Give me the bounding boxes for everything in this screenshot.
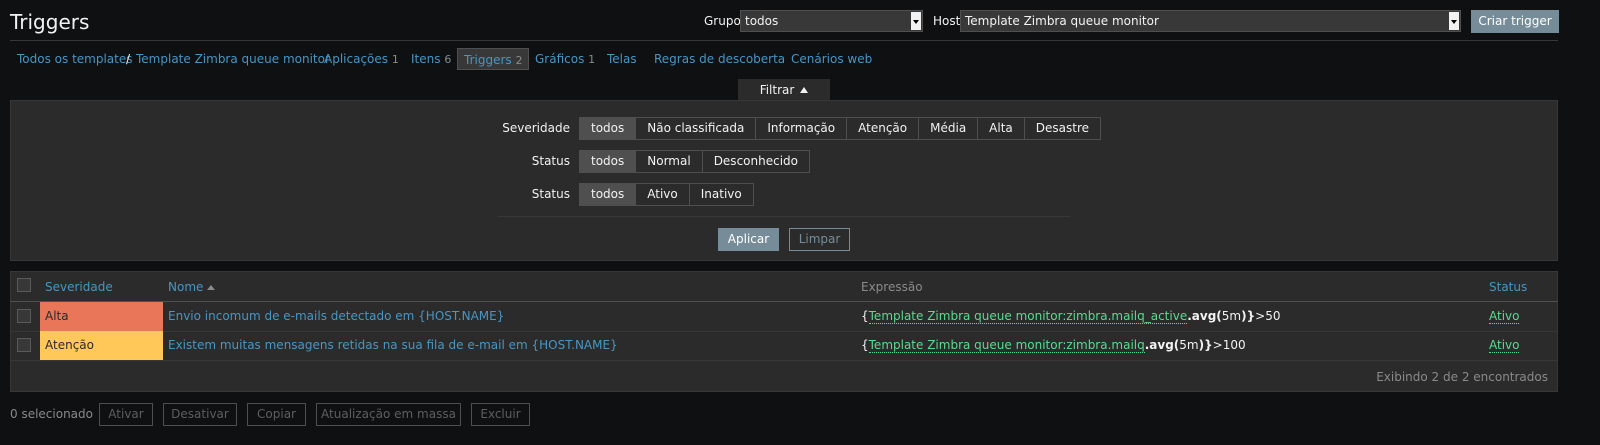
breadcrumb-template[interactable]: Template Zimbra queue monitor xyxy=(136,48,330,70)
expr-close: )} xyxy=(1241,309,1256,323)
state-label: Status xyxy=(531,154,570,168)
collapse-up-icon xyxy=(800,87,809,93)
tab-label: Aplicações xyxy=(324,52,389,66)
trigger-name-link[interactable]: Existem muitas mensagens retidas na sua … xyxy=(168,338,618,352)
severity-segmented: todos Não classificada Informação Atençã… xyxy=(579,117,1102,140)
apply-button[interactable]: Aplicar xyxy=(718,228,779,251)
expression-item-link[interactable]: Template Zimbra queue monitor:zimbra.mai… xyxy=(868,338,1145,353)
page-title: Triggers xyxy=(10,10,90,34)
tab-count: 1 xyxy=(588,53,596,66)
severity-option-disaster[interactable]: Desastre xyxy=(1024,118,1101,139)
tab-label: Triggers xyxy=(464,53,512,67)
state-segmented: todos Normal Desconhecido xyxy=(579,150,810,173)
column-header-severity[interactable]: Severidade xyxy=(45,280,113,294)
status-toggle-link[interactable]: Ativo xyxy=(1489,309,1520,324)
expr-brace: { xyxy=(861,338,869,352)
expr-brace: { xyxy=(861,309,869,323)
enable-button[interactable]: Ativar xyxy=(99,403,153,426)
trigger-expression: {Template Zimbra queue monitor:zimbra.ma… xyxy=(861,309,1281,324)
host-label: Host xyxy=(933,14,961,28)
group-label: Grupo xyxy=(704,14,741,28)
tab-label: Cenários web xyxy=(791,52,873,66)
filter-tab[interactable]: Filtrar xyxy=(738,79,830,101)
group-select-value: todos xyxy=(745,14,779,28)
tab-label: Telas xyxy=(607,52,637,66)
breadcrumb-separator: / xyxy=(126,52,131,66)
severity-label: Severidade xyxy=(502,121,570,135)
chevron-down-icon xyxy=(1449,12,1459,30)
header-divider xyxy=(10,40,1558,41)
expr-condition: >100 xyxy=(1212,338,1246,352)
tab-web-scenarios[interactable]: Cenários web xyxy=(791,48,872,70)
chevron-down-icon xyxy=(911,12,921,30)
create-trigger-button[interactable]: Criar trigger xyxy=(1471,10,1559,33)
column-header-name-label: Nome xyxy=(168,280,204,294)
table-header-divider xyxy=(10,301,1558,302)
disable-button[interactable]: Desativar xyxy=(163,403,237,426)
host-select-value: Template Zimbra queue monitor xyxy=(965,14,1159,28)
sort-ascending-icon xyxy=(207,285,216,290)
status-option-disabled[interactable]: Inativo xyxy=(689,184,753,205)
row-checkbox[interactable] xyxy=(17,309,31,323)
severity-option-warning[interactable]: Atenção xyxy=(847,118,920,139)
expr-function: .avg( xyxy=(1144,338,1180,352)
tab-graphs[interactable]: Gráficos 1 xyxy=(535,48,595,70)
tab-applications[interactable]: Aplicações 1 xyxy=(324,48,399,70)
severity-option-high[interactable]: Alta xyxy=(978,118,1025,139)
tab-label: Gráficos xyxy=(535,52,585,66)
severity-option-average[interactable]: Média xyxy=(919,118,979,139)
expression-item-link[interactable]: Template Zimbra queue monitor:zimbra.mai… xyxy=(868,309,1188,324)
state-option-all[interactable]: todos xyxy=(580,151,637,172)
breadcrumb-all-templates[interactable]: Todos os templates xyxy=(17,48,133,70)
expr-condition: >50 xyxy=(1255,309,1281,323)
status-label: Status xyxy=(531,187,570,201)
severity-badge: Alta xyxy=(40,302,163,331)
tab-items[interactable]: Itens 6 xyxy=(411,48,451,70)
table-footer-count: Exibindo 2 de 2 encontrados xyxy=(1376,370,1548,384)
tab-count: 2 xyxy=(515,54,523,67)
group-select[interactable]: todos xyxy=(740,10,923,32)
column-header-name[interactable]: Nome xyxy=(168,280,216,294)
host-select[interactable]: Template Zimbra queue monitor xyxy=(960,10,1461,32)
delete-button[interactable]: Excluir xyxy=(471,403,530,426)
copy-button[interactable]: Copiar xyxy=(247,403,306,426)
tab-screens[interactable]: Telas xyxy=(607,48,637,70)
severity-option-information[interactable]: Informação xyxy=(756,118,848,139)
expr-function: .avg( xyxy=(1187,309,1222,323)
state-option-normal[interactable]: Normal xyxy=(636,151,703,172)
severity-badge: Atenção xyxy=(40,331,163,360)
row-divider xyxy=(10,331,1558,332)
expr-argument: 5m xyxy=(1179,338,1199,352)
clear-button[interactable]: Limpar xyxy=(789,228,850,251)
column-header-status[interactable]: Status xyxy=(1489,280,1527,294)
status-toggle-link[interactable]: Ativo xyxy=(1489,338,1520,353)
expr-close: )} xyxy=(1198,338,1213,352)
filter-divider xyxy=(498,216,1070,217)
row-checkbox[interactable] xyxy=(17,338,31,352)
row-divider xyxy=(10,360,1558,361)
column-header-expression: Expressão xyxy=(861,280,923,294)
severity-option-all[interactable]: todos xyxy=(580,118,637,139)
status-option-all[interactable]: todos xyxy=(580,184,637,205)
tab-count: 6 xyxy=(444,53,452,66)
select-all-checkbox[interactable] xyxy=(17,278,31,292)
mass-update-button[interactable]: Atualização em massa xyxy=(316,403,461,426)
tab-triggers[interactable]: Triggers 2 xyxy=(457,48,530,70)
expr-argument: 5m xyxy=(1221,309,1242,323)
trigger-expression: {Template Zimbra queue monitor:zimbra.ma… xyxy=(861,338,1246,353)
status-segmented: todos Ativo Inativo xyxy=(579,183,754,206)
tab-discovery-rules[interactable]: Regras de descoberta xyxy=(654,48,785,70)
tab-label: Regras de descoberta xyxy=(654,52,786,66)
state-option-unknown[interactable]: Desconhecido xyxy=(702,151,809,172)
filter-tab-label: Filtrar xyxy=(759,83,795,97)
tab-label: Itens xyxy=(411,52,441,66)
status-option-enabled[interactable]: Ativo xyxy=(636,184,690,205)
trigger-name-link[interactable]: Envio incomum de e-mails detectado em {H… xyxy=(168,309,504,323)
selected-count: 0 selecionado xyxy=(10,407,93,421)
severity-option-not-classified[interactable]: Não classificada xyxy=(636,118,757,139)
tab-count: 1 xyxy=(391,53,399,66)
